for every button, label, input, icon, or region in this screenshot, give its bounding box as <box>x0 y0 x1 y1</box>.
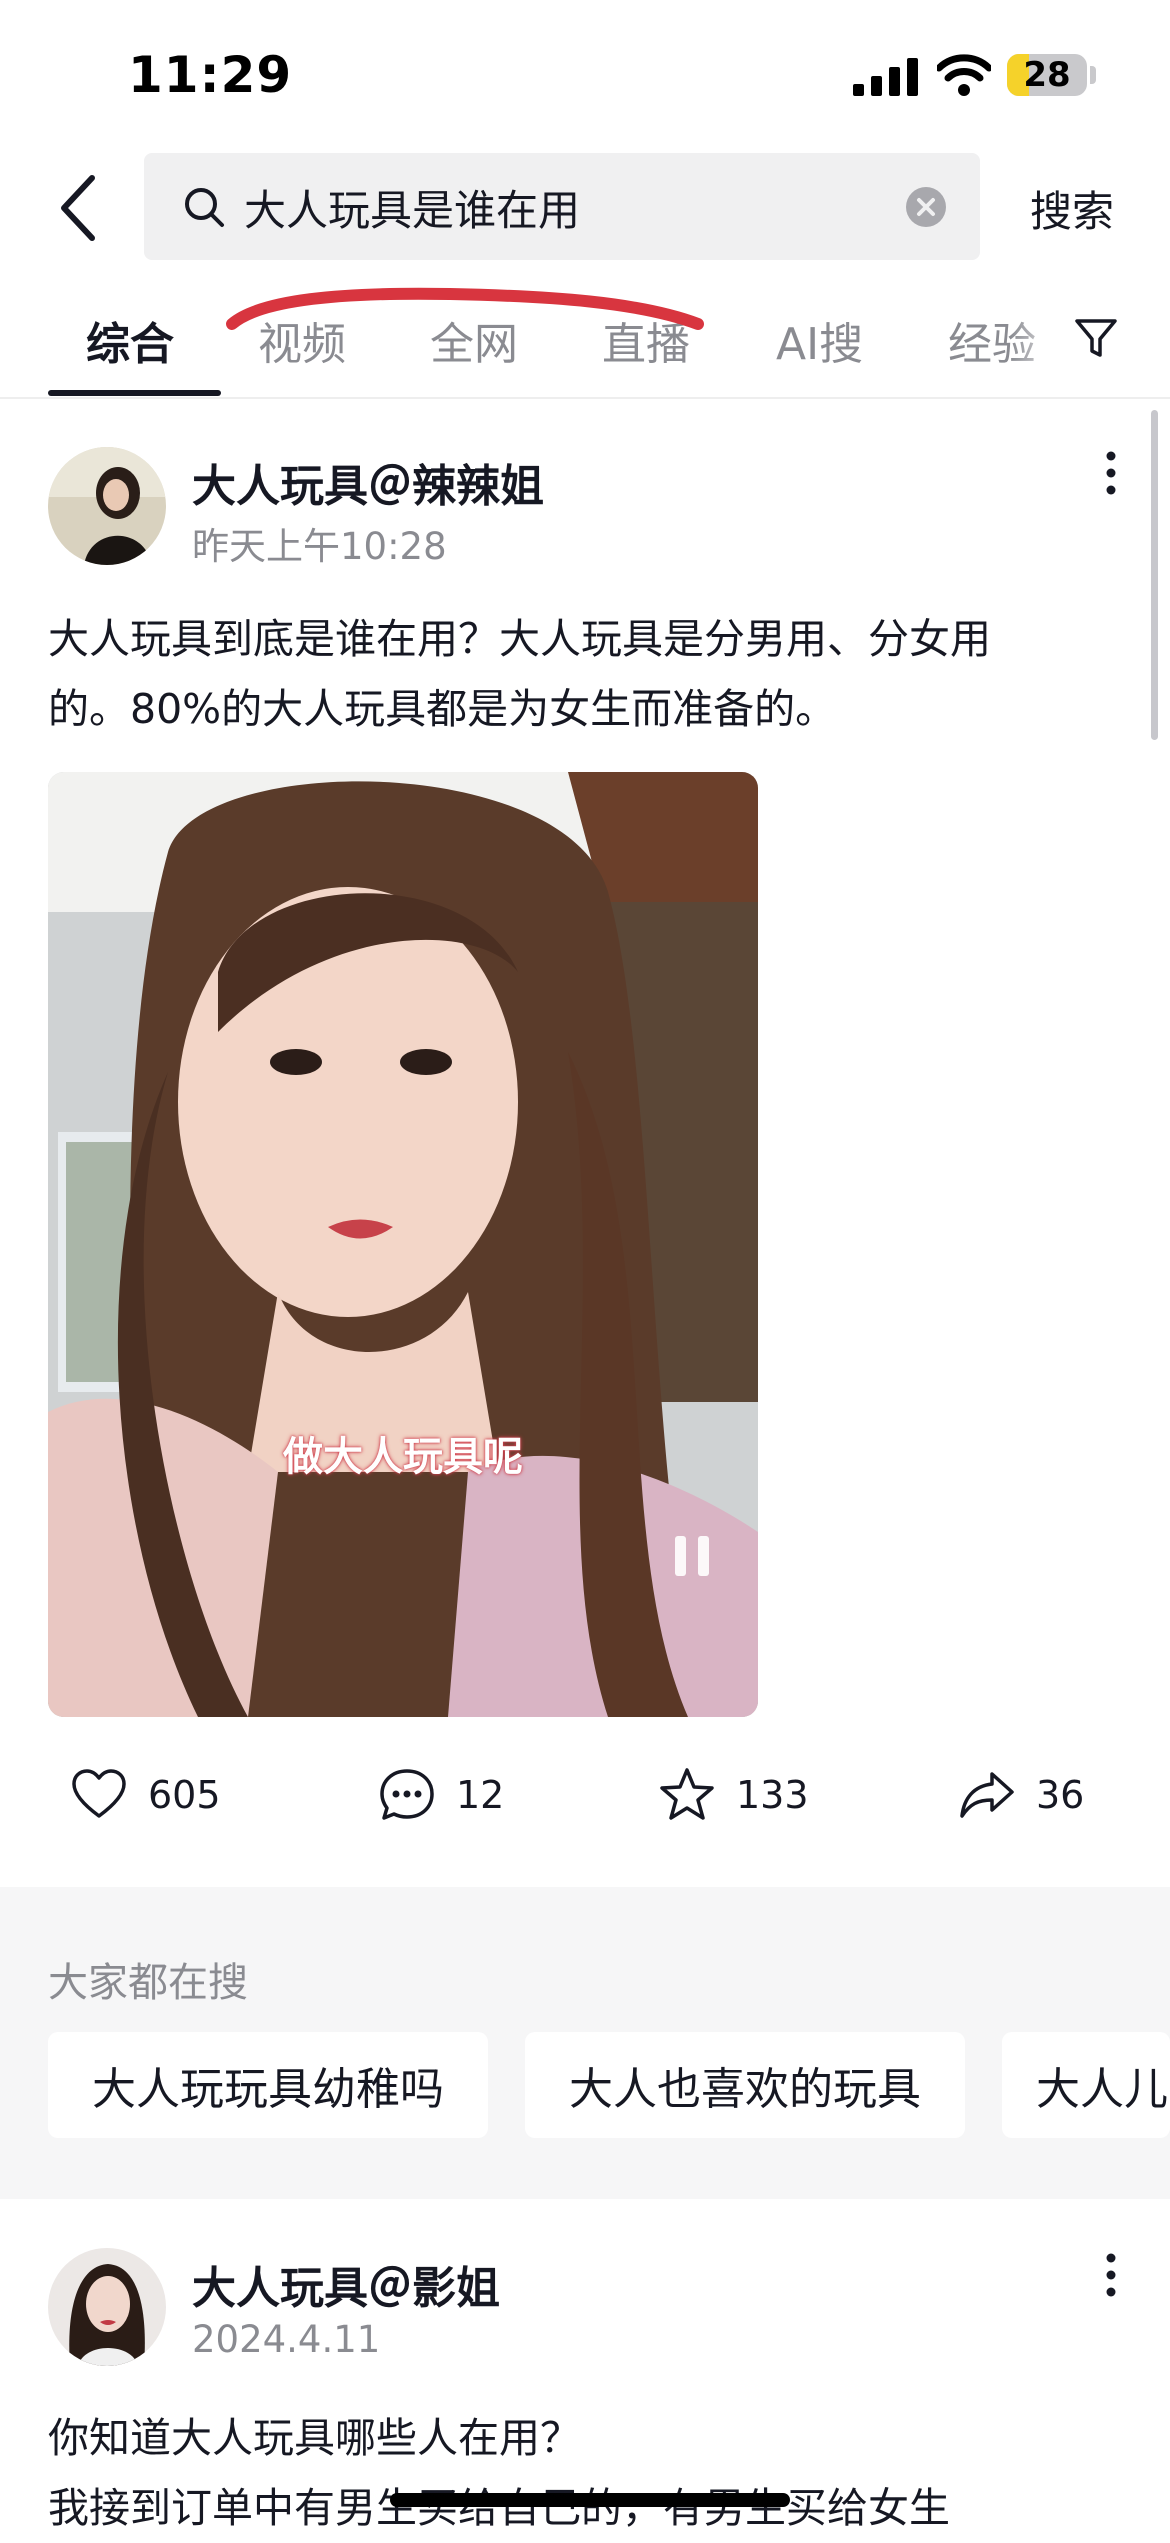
red-annotation-stroke <box>226 287 704 330</box>
post-text-line: 大人玩具到底是谁在用？大人玩具是分男用、分女用 <box>48 615 991 663</box>
active-tab-indicator <box>48 390 221 396</box>
video-frame-image <box>48 772 758 1717</box>
comment-button[interactable]: 12 <box>378 1765 504 1825</box>
battery-indicator: 28 <box>1007 54 1087 96</box>
heart-icon <box>72 1769 126 1818</box>
star-icon <box>660 1768 714 1820</box>
post-time: 昨天上午10:28 <box>192 525 447 568</box>
author-avatar[interactable] <box>48 2248 166 2366</box>
hot-search-chip[interactable]: 大人儿 <box>1002 2032 1170 2138</box>
share-count: 36 <box>1036 1773 1085 1817</box>
comment-icon <box>380 1769 434 1820</box>
author-name[interactable]: 大人玩具＠辣辣姐 <box>192 450 544 514</box>
pause-icon[interactable] <box>671 1532 713 1580</box>
hot-search-chip[interactable]: 大人也喜欢的玩具 <box>525 2032 965 2138</box>
like-button[interactable]: 605 <box>70 1765 221 1825</box>
video-caption: 做大人玩具呢 <box>283 1434 523 1480</box>
hot-search-chip[interactable]: 大人玩玩具幼稚吗 <box>48 2032 488 2138</box>
scrollbar[interactable] <box>1151 410 1158 740</box>
post-text-line: 的。80%的大人玩具都是为女生而准备的。 <box>48 685 837 733</box>
post-time: 2024.4.11 <box>192 2318 381 2361</box>
author-name[interactable]: 大人玩具＠影姐 <box>192 2252 500 2316</box>
post-text-line: 你知道大人玩具哪些人在用？ <box>48 2414 581 2462</box>
search-icon <box>185 188 224 227</box>
share-button[interactable]: 36 <box>958 1765 1084 1825</box>
filter-icon[interactable] <box>1074 316 1118 360</box>
tabs-divider <box>0 397 1170 399</box>
more-options-icon[interactable] <box>1096 2240 1126 2310</box>
battery-tip <box>1090 66 1096 84</box>
back-button[interactable] <box>48 168 118 248</box>
favorite-count: 133 <box>736 1773 809 1817</box>
status-time: 11:29 <box>128 46 293 104</box>
tab-ai-search[interactable]: AI搜 <box>776 308 863 372</box>
home-indicator <box>390 2493 790 2507</box>
battery-percentage: 28 <box>1023 55 1071 95</box>
share-icon <box>960 1772 1014 1818</box>
hot-searches-title: 大家都在搜 <box>48 1960 248 2006</box>
author-avatar[interactable] <box>48 447 166 565</box>
search-query-text: 大人玩具是谁在用 <box>244 186 581 235</box>
clear-search-button[interactable] <box>904 185 948 229</box>
post-description[interactable]: 你知道大人玩具哪些人在用？ 我接到订单中有男生买给自己的，有男生买给女生 <box>48 2403 1128 2543</box>
post-description[interactable]: 大人玩具到底是谁在用？大人玩具是分男用、分女用 的。80%的大人玩具都是为女生而… <box>48 604 1128 744</box>
more-options-icon[interactable] <box>1096 438 1126 508</box>
cellular-signal-icon <box>853 58 918 96</box>
like-count: 605 <box>148 1773 221 1817</box>
post-text-line: 我接到订单中有男生买给自己的，有男生买给女生 <box>48 2484 950 2532</box>
comment-count: 12 <box>456 1773 505 1817</box>
search-input[interactable]: 大人玩具是谁在用 <box>144 153 980 260</box>
tab-comprehensive[interactable]: 综合 <box>86 308 174 372</box>
search-button[interactable]: 搜索 <box>1030 178 1114 239</box>
favorite-button[interactable]: 133 <box>658 1765 809 1825</box>
wifi-icon <box>937 54 991 96</box>
tabs-fade-overlay <box>1010 290 1070 380</box>
video-player[interactable]: 做大人玩具呢 <box>48 772 758 1717</box>
